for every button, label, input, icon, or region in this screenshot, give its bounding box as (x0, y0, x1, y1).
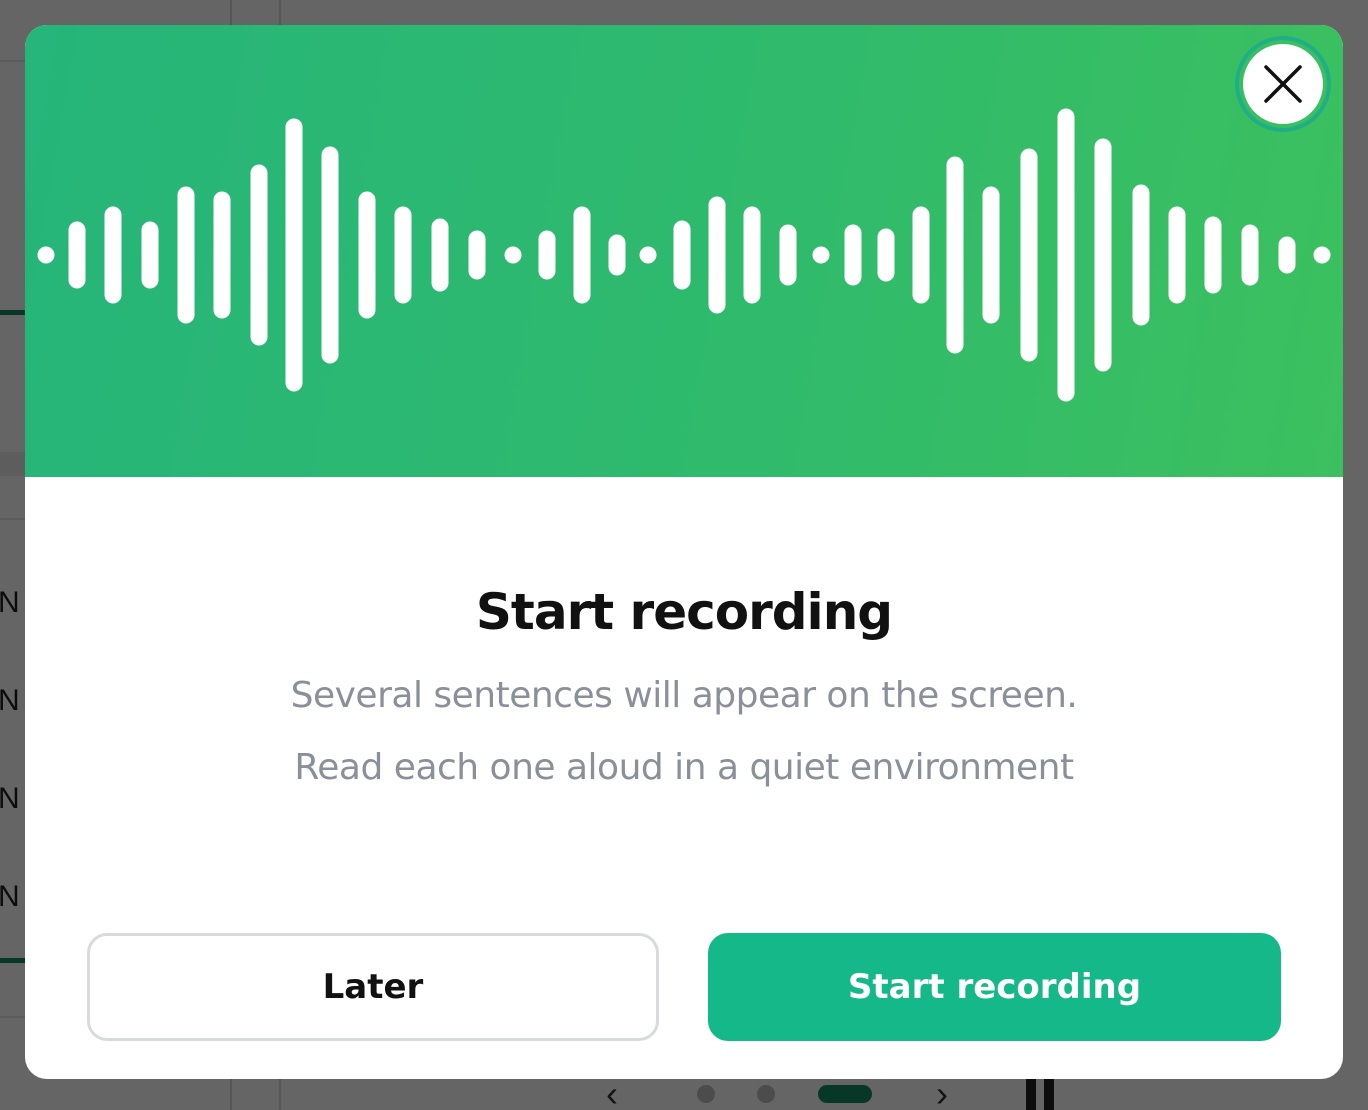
start-recording-dialog: Start recording Several sentences will a… (25, 25, 1343, 1079)
sound-wave-icon (37, 108, 1331, 402)
wave-bar (504, 246, 522, 264)
close-button-face[interactable] (1243, 44, 1323, 124)
dialog-description-line-2: Read each one aloud in a quiet environme… (294, 747, 1074, 788)
page: N N N N ‹ › Start recording Several sent (0, 0, 1368, 1110)
dialog-title: Start recording (475, 583, 893, 641)
close-button[interactable] (1235, 36, 1331, 132)
close-icon (1264, 65, 1302, 103)
wave-bar (639, 246, 657, 264)
later-button[interactable]: Later (87, 933, 659, 1041)
start-recording-button-label: Start recording (847, 967, 1142, 1007)
dialog-hero-banner (25, 25, 1343, 477)
wave-bar (812, 246, 830, 264)
start-recording-button[interactable]: Start recording (708, 933, 1281, 1041)
wave-bar (37, 246, 55, 264)
dialog-description-line-1: Several sentences will appear on the scr… (290, 675, 1078, 716)
wave-bar (1313, 246, 1331, 264)
later-button-label: Later (322, 967, 424, 1007)
